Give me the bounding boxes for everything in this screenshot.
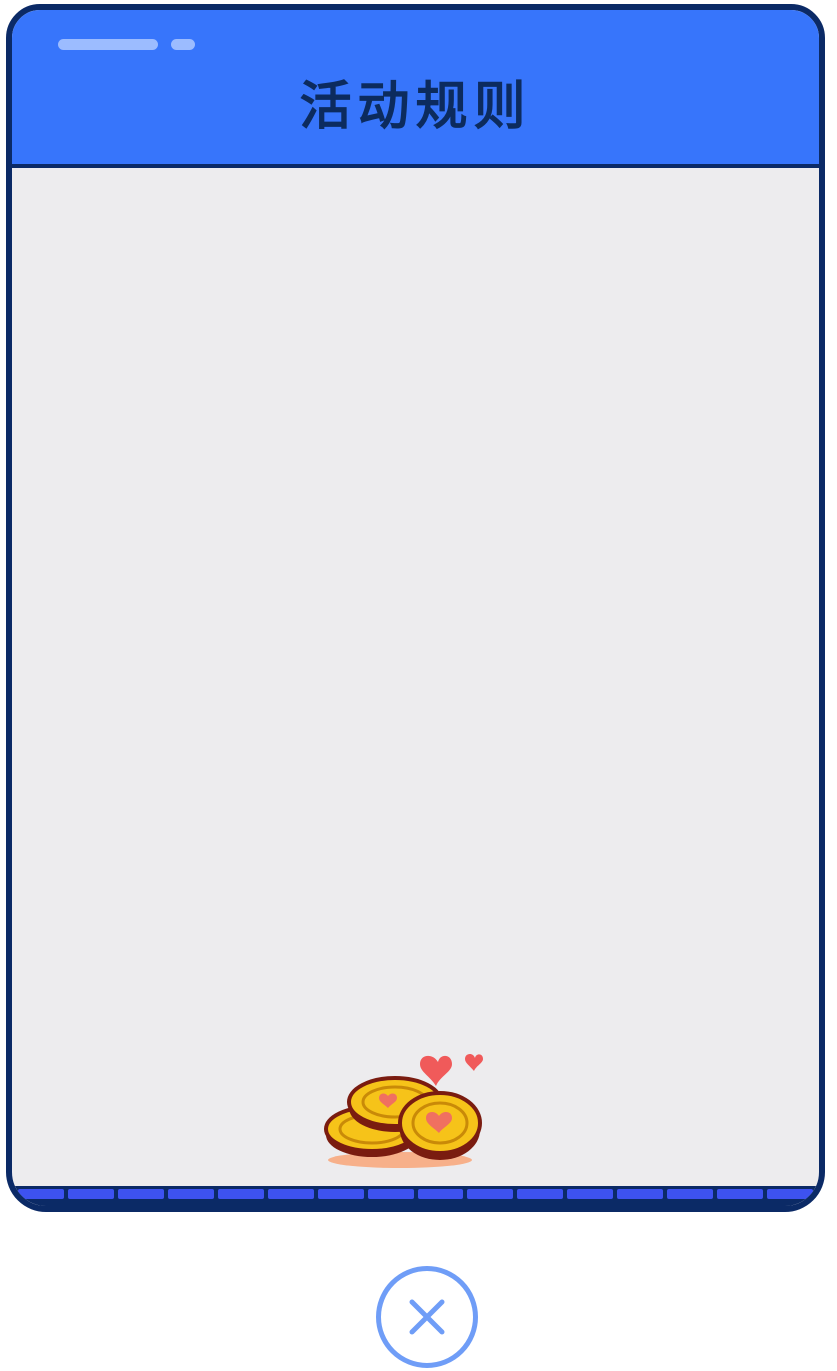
bottom-stripes xyxy=(18,1189,813,1199)
dialog-header: 活动规则 xyxy=(12,10,819,168)
header-decoration-long xyxy=(58,39,158,50)
close-button[interactable] xyxy=(376,1266,478,1368)
dialog-title: 活动规则 xyxy=(299,77,532,137)
close-icon xyxy=(409,1299,445,1335)
rules-dialog-stage: 活动规则 xyxy=(0,0,837,1371)
dialog-bottom-border xyxy=(12,1186,819,1206)
coin-stack-icon xyxy=(324,1053,483,1168)
header-decoration-short xyxy=(171,39,195,50)
rules-dialog: 活动规则 xyxy=(6,4,825,1212)
